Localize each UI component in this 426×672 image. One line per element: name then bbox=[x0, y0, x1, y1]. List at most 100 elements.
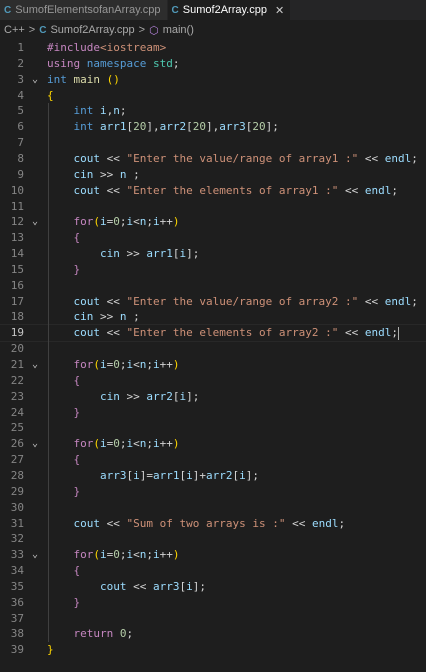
line-number: 36 bbox=[10, 595, 24, 609]
code-line[interactable]: 18 cin >> n ; bbox=[0, 309, 426, 325]
code-line[interactable]: 23 cin >> arr2[i]; bbox=[0, 389, 426, 405]
tab-sumof2array[interactable]: C Sumof2Array.cpp ✕ bbox=[167, 0, 292, 20]
code-line[interactable]: 36 } bbox=[0, 595, 426, 611]
code-text: cin >> arr2[i]; bbox=[99, 389, 200, 403]
code-text: arr3[i]=arr1[i]+arr2[i]; bbox=[99, 468, 259, 482]
code-line[interactable]: 1 #include<iostream> bbox=[0, 40, 426, 56]
code-editor[interactable]: 1 #include<iostream> 2 using namespace std;… bbox=[0, 40, 426, 672]
code-line[interactable]: 5 int i,n; bbox=[0, 103, 426, 119]
code-line[interactable]: 29 } bbox=[0, 484, 426, 500]
code-text: } bbox=[73, 405, 81, 419]
code-text: cout << "Enter the elements of array2 :"… bbox=[73, 326, 400, 340]
code-text: cin >> arr1[i]; bbox=[99, 247, 200, 261]
fold-chevron-icon[interactable]: ⌄ bbox=[32, 357, 42, 373]
code-line[interactable]: 32 bbox=[0, 531, 426, 547]
line-number: 8 bbox=[17, 151, 24, 165]
code-line[interactable]: 7 bbox=[0, 135, 426, 151]
code-line[interactable]: 8 cout << "Enter the value/range of arra… bbox=[0, 151, 426, 167]
code-line[interactable]: 35 cout << arr3[i]; bbox=[0, 579, 426, 595]
code-line[interactable]: 24 } bbox=[0, 405, 426, 421]
fold-chevron-icon[interactable]: ⌄ bbox=[32, 436, 42, 452]
line-number: 21 bbox=[10, 358, 24, 371]
code-line[interactable]: 6 int arr1[20],arr2[20],arr3[20]; bbox=[0, 119, 426, 135]
line-number: 27 bbox=[10, 453, 24, 467]
code-line[interactable]: 28 arr3[i]=arr1[i]+arr2[i]; bbox=[0, 468, 426, 484]
code-line[interactable]: 21 ⌄ for(i=0;i<n;i++) bbox=[0, 357, 426, 373]
line-number: 18 bbox=[10, 310, 24, 324]
line-number: 22 bbox=[10, 373, 24, 387]
line-number: 38 bbox=[10, 627, 24, 641]
line-number: 32 bbox=[10, 532, 24, 546]
code-text: for(i=0;i<n;i++) bbox=[73, 215, 180, 229]
code-text: { bbox=[73, 453, 81, 467]
code-text: { bbox=[73, 564, 81, 578]
code-line[interactable]: 25 bbox=[0, 420, 426, 436]
fold-chevron-icon[interactable]: ⌄ bbox=[32, 547, 42, 563]
code-text: } bbox=[73, 262, 81, 276]
line-number: 4 bbox=[17, 88, 24, 102]
code-line[interactable]: 38 return 0; bbox=[0, 626, 426, 642]
code-line[interactable]: 34 { bbox=[0, 563, 426, 579]
tab-sumofelementsofanarray[interactable]: C SumofElementsofanArray.cpp bbox=[0, 0, 168, 20]
fold-chevron-icon[interactable]: ⌄ bbox=[32, 214, 42, 230]
line-number: 7 bbox=[17, 136, 24, 150]
line-number: 34 bbox=[10, 564, 24, 578]
code-text: for(i=0;i<n;i++) bbox=[73, 437, 180, 451]
breadcrumb-file[interactable]: Sumof2Array.cpp bbox=[50, 24, 134, 36]
code-line[interactable]: 15 } bbox=[0, 262, 426, 278]
line-number: 19 bbox=[10, 326, 24, 340]
code-line[interactable]: 11 bbox=[0, 199, 426, 215]
fold-chevron-icon[interactable]: ⌄ bbox=[32, 72, 42, 88]
code-line[interactable]: 30 bbox=[0, 500, 426, 516]
tab-label: SumofElementsofanArray.cpp bbox=[15, 4, 161, 16]
line-number: 1 bbox=[17, 41, 24, 54]
line-number: 29 bbox=[10, 484, 24, 498]
line-number: 15 bbox=[10, 262, 24, 276]
code-line[interactable]: 3 ⌄ int main () bbox=[0, 72, 426, 88]
code-line[interactable]: 31 cout << "Sum of two arrays is :" << e… bbox=[0, 516, 426, 532]
code-line[interactable]: 4{ bbox=[0, 88, 426, 104]
chevron-right-icon: > bbox=[138, 24, 146, 36]
code-line[interactable]: 26 ⌄ for(i=0;i<n;i++) bbox=[0, 436, 426, 452]
code-line[interactable]: 9 cin >> n ; bbox=[0, 167, 426, 183]
code-text: { bbox=[73, 373, 81, 387]
code-line[interactable]: 22 { bbox=[0, 373, 426, 389]
code-text: int main () bbox=[47, 72, 120, 86]
code-text: } bbox=[73, 484, 81, 498]
code-line[interactable]: 33 ⌄ for(i=0;i<n;i++) bbox=[0, 547, 426, 563]
code-line[interactable]: 12 ⌄ for(i=0;i<n;i++) bbox=[0, 214, 426, 230]
code-line[interactable]: 20 bbox=[0, 341, 426, 357]
tab-bar: C SumofElementsofanArray.cpp C Sumof2Arr… bbox=[0, 0, 426, 20]
line-number: 17 bbox=[10, 294, 24, 308]
cpp-file-icon: C bbox=[39, 24, 47, 36]
code-line[interactable]: 39} bbox=[0, 642, 426, 658]
line-number: 14 bbox=[10, 247, 24, 261]
line-number: 25 bbox=[10, 421, 24, 435]
code-text: for(i=0;i<n;i++) bbox=[73, 548, 180, 562]
chevron-right-icon: > bbox=[28, 24, 36, 36]
code-line[interactable]: 27 { bbox=[0, 452, 426, 468]
code-line[interactable]: 2 using namespace std; bbox=[0, 56, 426, 72]
code-line[interactable]: 14 cin >> arr1[i]; bbox=[0, 246, 426, 262]
close-icon[interactable]: ✕ bbox=[275, 4, 284, 17]
code-line[interactable]: 13 { bbox=[0, 230, 426, 246]
breadcrumb-language[interactable]: C++ bbox=[4, 24, 25, 36]
code-line[interactable]: 17 cout << "Enter the value/range of arr… bbox=[0, 294, 426, 310]
code-line[interactable]: 16 bbox=[0, 278, 426, 294]
line-number: 28 bbox=[10, 468, 24, 482]
line-number: 33 bbox=[10, 548, 24, 562]
line-number: 20 bbox=[10, 342, 24, 356]
line-number: 2 bbox=[17, 56, 24, 70]
code-line[interactable]: 37 bbox=[0, 611, 426, 627]
breadcrumb-symbol[interactable]: main() bbox=[163, 24, 194, 36]
line-number: 24 bbox=[10, 405, 24, 419]
code-text: cin >> n ; bbox=[73, 310, 140, 324]
line-number: 3 bbox=[17, 72, 24, 86]
code-line[interactable]: 19 cout << "Enter the elements of array2… bbox=[0, 324, 426, 343]
code-line[interactable]: 10 cout << "Enter the elements of array1… bbox=[0, 183, 426, 199]
code-text: int i,n; bbox=[73, 104, 127, 118]
breadcrumb: C++ > C Sumof2Array.cpp > ⬡ main() bbox=[0, 20, 426, 40]
line-number: 39 bbox=[10, 643, 24, 657]
line-number: 9 bbox=[17, 167, 24, 181]
code-text: cout << "Enter the elements of array1 :"… bbox=[73, 183, 399, 197]
